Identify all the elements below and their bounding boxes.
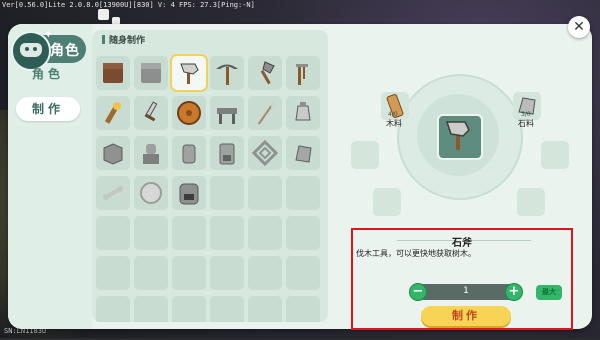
recipe-area: 4/0 木料 3/0 石料	[341, 36, 579, 216]
crafting-panel: ✦ 角色 角色 制作 随身制作 4/0 木料 3/0 石料 石斧 伐木工具，可以…	[8, 24, 592, 330]
item-info-box: 石斧 伐木工具，可以更快地获取树木。 − 1 + 最大 制作	[351, 228, 573, 330]
craft-slot-empty[interactable]	[210, 176, 244, 210]
jar-icon	[182, 144, 196, 164]
sword-icon	[144, 101, 158, 122]
craft-slot-empty[interactable]	[172, 216, 206, 250]
craft-slot-stove[interactable]	[210, 136, 244, 170]
craft-slot-plate[interactable]	[134, 176, 168, 210]
craft-slot-hoe[interactable]	[286, 56, 320, 90]
craft-slot-torch[interactable]	[96, 96, 130, 130]
sidebar: ✦ 角色 角色 制作	[8, 24, 92, 329]
result-slot[interactable]	[437, 114, 483, 160]
material-slot-empty[interactable]	[517, 188, 545, 216]
stone-pile-icon	[103, 143, 123, 165]
close-button[interactable]: ✕	[568, 16, 590, 38]
torch-icon	[104, 102, 121, 124]
craft-slot-sword[interactable]	[134, 96, 168, 130]
craft-slot-empty[interactable]	[286, 256, 320, 290]
craft-slot-shovel[interactable]	[248, 56, 282, 90]
craft-slot-pickaxe[interactable]	[210, 56, 244, 90]
craft-slot-empty[interactable]	[248, 296, 282, 322]
debug-overlay: Ver[0.56.0]Lite 2.0.8.0[13900U][830] V: …	[2, 1, 255, 9]
dirt-block-icon	[103, 63, 123, 83]
stone-axe-icon	[180, 63, 199, 84]
craft-slot-empty[interactable]	[96, 216, 130, 250]
material-qty-wood: 4/0	[388, 111, 398, 118]
max-button[interactable]: 最大	[536, 285, 562, 300]
craft-grid	[96, 56, 328, 322]
material-slot-empty[interactable]	[351, 141, 379, 169]
stone-chunk-icon	[295, 145, 312, 163]
quantity-stepper: − 1 +	[409, 283, 523, 301]
craft-slot-empty[interactable]	[248, 216, 282, 250]
craft-slot-empty[interactable]	[248, 176, 282, 210]
craft-slot-empty[interactable]	[96, 256, 130, 290]
craft-slot-jar[interactable]	[172, 136, 206, 170]
grid-title: 随身制作	[102, 33, 145, 46]
craft-slot-empty[interactable]	[248, 256, 282, 290]
header-title: 角色	[50, 43, 80, 59]
craft-slot-empty[interactable]	[286, 216, 320, 250]
craft-slot-empty[interactable]	[210, 256, 244, 290]
craft-slot-statue[interactable]	[134, 136, 168, 170]
craft-slot-empty[interactable]	[286, 296, 320, 322]
craft-slot-empty[interactable]	[286, 176, 320, 210]
quantity-value[interactable]: 1	[413, 286, 519, 296]
hoe-icon	[296, 64, 308, 85]
bone-icon	[103, 186, 123, 200]
spear-icon	[257, 102, 275, 125]
lantern-icon	[295, 102, 311, 121]
stone-axe-icon	[445, 121, 470, 150]
furnace-icon	[179, 183, 199, 205]
debug-square-icon	[98, 9, 109, 20]
craft-slot-dirt-block[interactable]	[96, 56, 130, 90]
header-tab: ✦ 角色	[11, 28, 86, 71]
lattice-icon	[252, 140, 278, 166]
material-name-wood: 木料	[386, 119, 402, 128]
craft-slot-stone-axe[interactable]	[172, 56, 206, 90]
shovel-icon	[260, 61, 275, 85]
craft-slot-stone-chunk[interactable]	[286, 136, 320, 170]
craft-slot-bone[interactable]	[96, 176, 130, 210]
stone-block-icon	[141, 63, 161, 83]
craft-slot-lattice[interactable]	[248, 136, 282, 170]
craft-slot-empty[interactable]	[210, 296, 244, 322]
stove-icon	[219, 143, 235, 165]
plate-icon	[140, 182, 162, 204]
craft-slot-empty[interactable]	[210, 216, 244, 250]
material-slot-empty[interactable]	[541, 141, 569, 169]
craft-slot-stone-pile[interactable]	[96, 136, 130, 170]
craft-grid-panel: 随身制作	[92, 30, 328, 322]
item-title: 石斧	[452, 238, 472, 249]
sidebar-item-role[interactable]: 角色	[16, 62, 80, 86]
shield-icon	[177, 101, 201, 125]
craft-slot-empty[interactable]	[134, 296, 168, 322]
craft-slot-empty[interactable]	[96, 296, 130, 322]
craft-slot-spear[interactable]	[248, 96, 282, 130]
craft-slot-shield[interactable]	[172, 96, 206, 130]
craft-slot-lantern[interactable]	[286, 96, 320, 130]
increase-button[interactable]: +	[505, 283, 523, 301]
sidebar-item-craft[interactable]: 制作	[16, 97, 80, 121]
craft-slot-furnace[interactable]	[172, 176, 206, 210]
craft-slot-empty[interactable]	[172, 296, 206, 322]
craft-button[interactable]: 制作	[421, 306, 511, 326]
item-description: 伐木工具，可以更快地获取树木。	[356, 249, 476, 258]
craft-slot-workbench[interactable]	[210, 96, 244, 130]
statue-icon	[143, 144, 159, 164]
material-qty-stone: 3/0	[521, 111, 531, 118]
craft-slot-empty[interactable]	[134, 216, 168, 250]
craft-slot-empty[interactable]	[172, 256, 206, 290]
craft-slot-empty[interactable]	[134, 256, 168, 290]
pickaxe-icon	[216, 64, 238, 85]
material-name-stone: 石料	[518, 119, 534, 128]
craft-slot-stone-block[interactable]	[134, 56, 168, 90]
material-slot-empty[interactable]	[373, 188, 401, 216]
workbench-icon	[217, 108, 237, 124]
